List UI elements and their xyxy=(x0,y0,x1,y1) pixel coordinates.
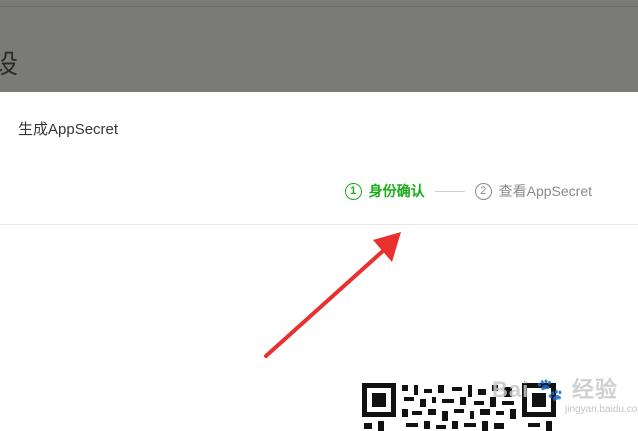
watermark-brand: Bai xyxy=(492,377,530,402)
paw-icon: 🐾 xyxy=(536,377,565,402)
watermark-logo: Bai 🐾 经验 xyxy=(492,372,618,404)
red-arrow-annotation xyxy=(264,232,401,358)
watermark-word: 经验 xyxy=(571,377,618,402)
watermark-url: jingyan.baidu.com xyxy=(565,404,638,415)
